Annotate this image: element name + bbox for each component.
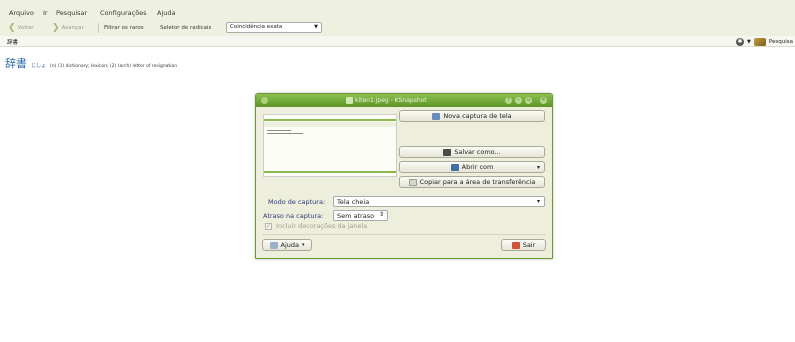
chevron-down-icon: ▾ <box>536 198 540 205</box>
menu-arquivo[interactable]: Arquivo <box>9 9 34 17</box>
forward-button[interactable]: ❯ Avançar <box>52 23 84 33</box>
forward-arrow-icon: ❯ <box>52 23 60 33</box>
quit-icon <box>511 241 520 249</box>
menu-configuracoes[interactable]: Configurações <box>100 9 147 17</box>
result-entry: 辞書 じしょ (n) (1) dictionary; lexicon; (2) … <box>5 55 177 71</box>
window-menu-icon[interactable] <box>261 97 268 104</box>
minimize-icon[interactable]: – <box>515 97 522 104</box>
chevron-down-icon: ▼ <box>314 24 318 30</box>
toolbar: ❮ Voltar ❯ Avançar Filtrar os raros Sele… <box>0 20 795 36</box>
capture-delay-label: Atraso na captura: <box>263 212 324 220</box>
preview-toolbar <box>264 122 396 127</box>
back-button[interactable]: ❮ Voltar <box>8 23 34 33</box>
search-button[interactable]: Pesquisa <box>769 39 793 45</box>
menu-bar: Arquivo Ir Pesquisar Configurações Ajuda <box>0 0 795 20</box>
preview-text-line <box>267 133 303 134</box>
menu-pesquisar[interactable]: Pesquisar <box>56 9 87 17</box>
spin-arrows-icon[interactable]: ⇕ <box>379 211 384 218</box>
help-book-icon <box>269 241 278 249</box>
match-mode-value: Coincidência exata <box>230 24 283 30</box>
folder-icon <box>450 163 459 171</box>
new-capture-label: Nova captura de tela <box>443 112 512 120</box>
toolbar-separator <box>98 23 99 33</box>
clear-icon[interactable] <box>753 37 766 46</box>
capture-mode-select[interactable]: Tela cheia ▾ <box>333 196 545 207</box>
copy-clipboard-label: Copiar para a área de transferência <box>419 178 536 186</box>
result-gloss: (n) (1) dictionary; lexicon; (2) (arch) … <box>50 64 178 69</box>
help-label: Ajuda <box>280 241 299 249</box>
result-word[interactable]: 辞書 <box>5 55 27 71</box>
open-with-button[interactable]: Abrir com ▾ <box>399 161 545 173</box>
capture-mode-label: Modo de captura: <box>268 198 326 206</box>
filter-rare-button[interactable]: Filtrar os raros <box>104 25 144 31</box>
checkbox-icon[interactable]: ✓ <box>265 222 272 230</box>
snapshot-preview[interactable] <box>263 114 397 177</box>
ksnapshot-app-icon <box>346 97 353 104</box>
capture-delay-value: Sem atraso <box>337 212 375 220</box>
result-reading: じしょ <box>31 63 47 69</box>
maximize-icon[interactable]: ▫ <box>525 97 532 104</box>
match-mode-select[interactable]: Coincidência exata ▼ <box>226 22 322 33</box>
search-bar: 辞書 ✱ ▼ Pesquisa <box>0 36 795 47</box>
search-input[interactable]: 辞書 <box>7 38 18 46</box>
help-icon[interactable]: ? <box>505 97 512 104</box>
quit-button[interactable]: Sair <box>501 239 546 251</box>
capture-mode-value: Tela cheia <box>337 198 370 206</box>
gear-icon[interactable]: ✱ <box>736 37 745 46</box>
new-capture-button[interactable]: Nova captura de tela <box>399 110 545 122</box>
preview-statusbar <box>264 171 396 173</box>
copy-clipboard-button[interactable]: Copiar para a área de transferência <box>399 176 545 188</box>
back-arrow-icon: ❮ <box>8 23 16 33</box>
preview-text-line <box>267 130 291 131</box>
menu-ir[interactable]: Ir <box>43 9 48 17</box>
save-as-label: Salvar como... <box>454 148 501 156</box>
menu-ajuda[interactable]: Ajuda <box>157 9 175 17</box>
chevron-down-icon[interactable]: ▼ <box>747 39 751 45</box>
dialog-separator <box>262 234 546 235</box>
search-controls: ✱ ▼ Pesquisa <box>736 36 795 47</box>
radical-selector-button[interactable]: Seletor de radicais <box>160 25 211 31</box>
save-as-button[interactable]: Salvar como... <box>399 146 545 158</box>
chevron-down-icon: ▾ <box>301 242 305 248</box>
preview-titlebar <box>264 119 396 121</box>
chevron-down-icon: ▾ <box>536 164 540 171</box>
clipboard-icon <box>408 178 417 186</box>
include-decorations-checkbox[interactable]: ✓ Incluir decorações da janela <box>265 222 367 230</box>
save-icon <box>443 148 452 156</box>
dialog-titlebar[interactable]: kiten1.jpeg - KSnapshot ? – ▫ × <box>256 94 552 107</box>
back-label: Voltar <box>17 25 34 31</box>
dialog-title: kiten1.jpeg - KSnapshot <box>355 97 427 104</box>
forward-label: Avançar <box>61 25 84 31</box>
help-button[interactable]: Ajuda ▾ <box>262 239 312 251</box>
close-icon[interactable]: × <box>540 97 547 104</box>
include-decorations-label: Incluir decorações da janela <box>276 222 368 230</box>
ksnapshot-dialog: kiten1.jpeg - KSnapshot ? – ▫ × Nova cap… <box>255 93 553 259</box>
quit-label: Sair <box>522 241 536 249</box>
capture-delay-spinbox[interactable]: Sem atraso ⇕ <box>333 210 388 221</box>
open-with-label: Abrir com <box>461 163 494 171</box>
camera-icon <box>432 112 441 120</box>
